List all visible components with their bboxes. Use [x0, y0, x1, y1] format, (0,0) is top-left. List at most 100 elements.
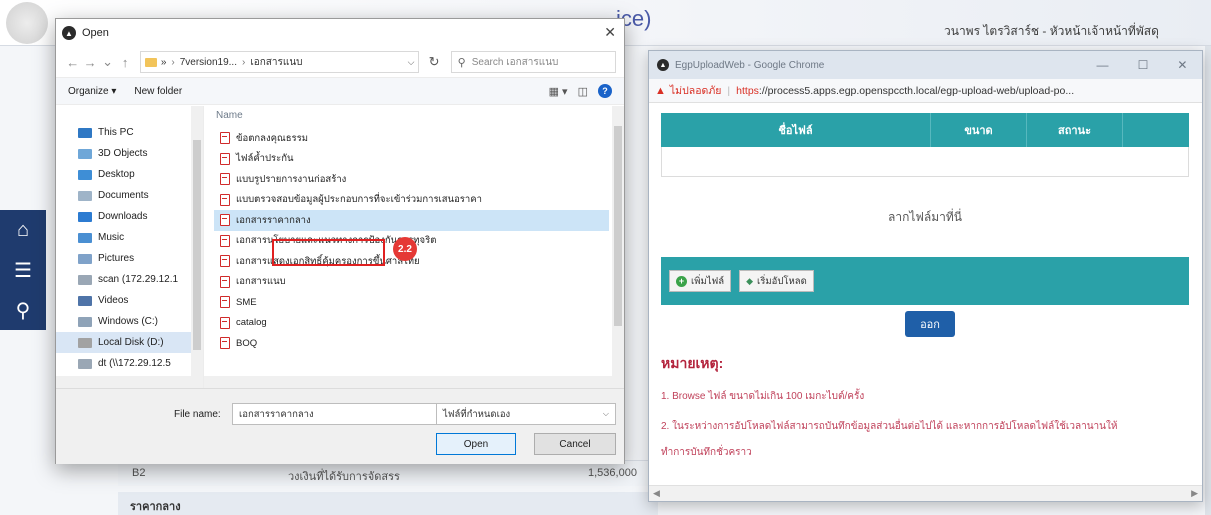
app-icon: ▲ — [62, 26, 76, 40]
nav-item[interactable]: Videos — [56, 290, 203, 311]
nav-item[interactable]: dt (\\172.29.12.5 — [56, 353, 203, 374]
nav-item[interactable]: Music — [56, 227, 203, 248]
nav-list: This PC 3D Objects Desktop Documents Downloa… — [56, 106, 203, 374]
file-item-label: SME — [236, 296, 257, 308]
forward-icon[interactable]: → — [81, 55, 98, 70]
column-header-name[interactable]: Name — [216, 110, 243, 121]
note-line: 2. ในระหว่างการอัปโหลดไฟล์สามารถบันทึกข้… — [661, 421, 1118, 432]
minimize-icon[interactable]: — — [1097, 58, 1109, 72]
path-segment[interactable]: เอกสารแนบ — [250, 55, 302, 70]
nav-scrollbar[interactable] — [191, 106, 203, 388]
file-name-value: เอกสารราคากลาง — [239, 408, 314, 420]
home-icon[interactable]: ⌂ — [0, 210, 46, 250]
back-icon[interactable]: ← — [64, 55, 81, 70]
file-item[interactable]: catalog — [214, 313, 614, 334]
file-item[interactable]: ข้อตกลงคุณธรรม — [214, 128, 614, 149]
chevron-left-icon[interactable]: ◀ — [653, 488, 660, 499]
file-item[interactable]: เอกสารราคากลาง — [214, 210, 609, 231]
nav-item[interactable]: Windows (C:) — [56, 311, 203, 332]
page-scrollbar[interactable] — [1205, 46, 1211, 515]
dialog-footer: File name: เอกสารราคากลาง ⌵ ไฟล์ที่กำหนด… — [56, 388, 624, 464]
file-name-field[interactable]: เอกสารราคากลาง ⌵ — [232, 403, 464, 425]
nav-item[interactable]: Downloads — [56, 206, 203, 227]
pdf-file-icon — [220, 132, 230, 145]
file-name-label: File name: — [174, 409, 221, 420]
path-segment[interactable]: 7version19... — [180, 57, 237, 68]
menu-icon[interactable]: ☰ — [0, 250, 46, 290]
videos-icon — [78, 295, 92, 306]
nav-item[interactable]: Desktop — [56, 164, 203, 185]
close-icon[interactable]: ✕ — [1177, 58, 1187, 72]
column-size: ขนาด — [931, 113, 1027, 147]
scroll-thumb[interactable] — [614, 126, 622, 326]
file-item[interactable]: BOQ — [214, 333, 614, 354]
cancel-button[interactable]: Cancel — [534, 433, 616, 455]
nav-hscrollbar[interactable] — [56, 376, 192, 388]
file-item[interactable]: SME — [214, 292, 614, 313]
row-description: วงเงินที่ได้รับการจัดสรร — [288, 471, 400, 483]
up-icon[interactable]: ↑ — [116, 55, 133, 70]
chrome-titlebar: ▲ EgpUploadWeb - Google Chrome — ☐ ✕ — [649, 51, 1202, 79]
nav-item-label: 3D Objects — [98, 148, 148, 159]
chevron-down-icon[interactable]: ⌄ — [99, 54, 116, 70]
open-button[interactable]: Open — [436, 433, 516, 455]
row-amount: 1,536,000 — [588, 467, 637, 479]
search-icon[interactable]: ⚲ — [0, 290, 46, 330]
start-upload-button[interactable]: ◆ เริ่มอัปโหลด — [739, 270, 814, 292]
address-box[interactable]: » › 7version19... › เอกสารแนบ ⌵ — [139, 51, 420, 73]
exit-button[interactable]: ออก — [905, 311, 955, 337]
url-bar[interactable]: ▲ ไม่ปลอดภัย | https ://process5.apps.eg… — [649, 79, 1202, 103]
drop-zone[interactable]: ลากไฟล์มาที่นี่ — [661, 177, 1189, 257]
preview-pane-icon[interactable]: ◫ — [578, 85, 588, 98]
nav-item[interactable]: Documents — [56, 185, 203, 206]
file-item[interactable]: ไฟล์ค้ำประกัน — [214, 149, 614, 170]
chevron-down-icon[interactable]: ⌵ — [603, 409, 609, 419]
new-folder-button[interactable]: New folder — [134, 86, 182, 97]
nav-item-label: scan (172.29.12.1 — [98, 274, 179, 285]
file-item-label: แบบรูปรายการงานก่อสร้าง — [236, 173, 347, 185]
drive-icon — [78, 337, 92, 348]
navigation-pane: This PC 3D Objects Desktop Documents Downloa… — [56, 106, 204, 388]
nav-item[interactable]: This PC — [56, 122, 203, 143]
nav-item[interactable]: scan (172.29.12.1 — [56, 269, 203, 290]
favicon-icon: ▲ — [657, 59, 669, 71]
file-item-label: BOQ — [236, 337, 258, 349]
chrome-hscrollbar[interactable]: ◀ ▶ — [649, 485, 1202, 501]
organize-button[interactable]: Organize ▾ — [68, 86, 116, 97]
start-upload-label: เริ่มอัปโหลด — [757, 275, 807, 287]
pdf-file-icon — [220, 214, 230, 227]
folder-icon — [144, 57, 157, 67]
chevron-down-icon[interactable]: ⌵ — [408, 57, 415, 68]
file-item-label: เอกสารราคากลาง — [236, 214, 311, 226]
maximize-icon[interactable]: ☐ — [1138, 58, 1149, 72]
chrome-upload-window: ▲ EgpUploadWeb - Google Chrome — ☐ ✕ ▲ ไ… — [648, 50, 1203, 502]
row-code: B2 — [132, 467, 146, 479]
nav-item[interactable]: Pictures — [56, 248, 203, 269]
chevron-right-icon: » — [160, 56, 167, 68]
pdf-file-icon — [220, 193, 230, 206]
dialog-toolbar: Organize ▾ New folder ▦ ▾ ◫ ? — [56, 77, 624, 105]
nav-item-label: Pictures — [98, 253, 135, 264]
nav-item[interactable]: 3D Objects — [56, 143, 203, 164]
view-options-icon[interactable]: ▦ ▾ — [549, 85, 568, 98]
file-hscrollbar[interactable] — [204, 376, 624, 388]
add-file-button[interactable]: + เพิ่มไฟล์ — [669, 270, 732, 292]
chevron-right-icon: › — [241, 56, 246, 68]
close-icon[interactable]: ✕ — [604, 24, 616, 41]
chevron-right-icon[interactable]: ▶ — [1191, 488, 1198, 499]
file-scrollbar[interactable] — [612, 106, 624, 376]
file-item[interactable]: เอกสารแนบ — [214, 272, 614, 293]
file-item[interactable]: แบบรูปรายการงานก่อสร้าง — [214, 169, 614, 190]
help-icon[interactable]: ? — [598, 84, 612, 98]
file-type-select[interactable]: ไฟล์ที่กำหนดเอง ⌵ — [436, 403, 616, 425]
file-item[interactable]: แบบตรวจสอบข้อมูลผู้ประกอบการที่จะเข้าร่ว… — [214, 190, 614, 211]
search-input[interactable]: ⚲ Search เอกสารแนบ — [450, 51, 616, 73]
nav-item-label: Desktop — [98, 169, 135, 180]
refresh-icon[interactable]: ↻ — [421, 54, 446, 70]
nav-item-label: Downloads — [98, 211, 148, 222]
scroll-thumb[interactable] — [193, 140, 201, 350]
desktop-icon — [78, 169, 92, 180]
plus-icon: + — [676, 275, 687, 287]
nav-item[interactable]: Local Disk (D:) — [56, 332, 203, 353]
network-drive-icon — [78, 274, 92, 285]
